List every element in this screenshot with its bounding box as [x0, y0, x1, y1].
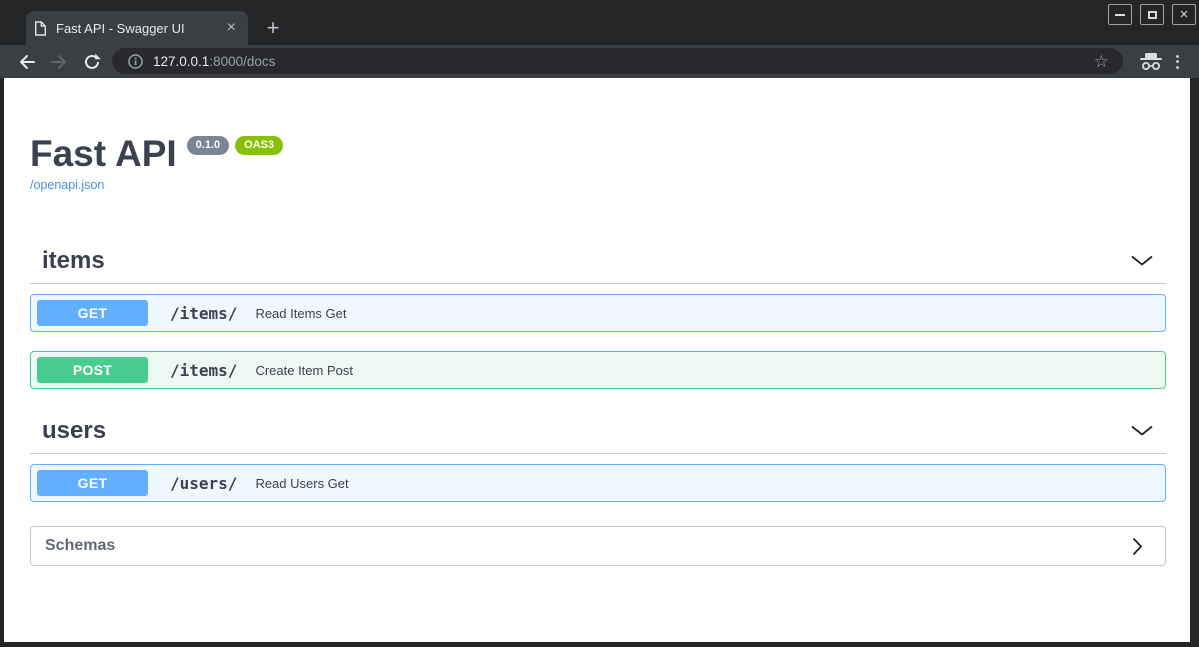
browser-toolbar: 127.0.0.1:8000/docs ☆	[0, 45, 1199, 78]
operation-summary: Read Users Get	[255, 475, 349, 491]
operation-path: /items/	[170, 360, 238, 380]
swagger-ui: Fast API 0.1.0 OAS3 /openapi.json items	[4, 135, 1190, 566]
api-info: Fast API 0.1.0 OAS3	[30, 135, 1166, 172]
operation-summary: Read Items Get	[255, 305, 347, 321]
openapi-json-link[interactable]: /openapi.json	[30, 178, 104, 192]
url-text[interactable]: 127.0.0.1:8000/docs	[153, 54, 1094, 69]
close-icon: ×	[1179, 6, 1189, 23]
operation-summary: Create Item Post	[255, 362, 353, 378]
schemas-label: Schemas	[45, 537, 116, 554]
window-minimize-button[interactable]	[1108, 4, 1132, 25]
method-badge: GET	[37, 300, 148, 326]
tag-name: items	[42, 247, 105, 274]
url-suffix: :8000/docs	[209, 53, 276, 69]
window-close-button[interactable]: ×	[1172, 4, 1196, 25]
version-badge: 0.1.0	[186, 136, 230, 155]
site-info-icon[interactable]	[128, 53, 143, 69]
operation-get-users[interactable]: GET /users/ Read Users Get	[30, 464, 1166, 502]
operation-path: /items/	[170, 303, 238, 323]
back-button[interactable]	[16, 51, 38, 73]
tag-name: users	[42, 417, 107, 444]
operation-post-items[interactable]: POST /items/ Create Item Post	[30, 351, 1166, 389]
url-bar[interactable]: 127.0.0.1:8000/docs ☆	[112, 48, 1123, 74]
title-badges: 0.1.0 OAS3	[186, 136, 284, 155]
window-maximize-button[interactable]	[1140, 4, 1164, 25]
operations-list: GET /items/ Read Items Get POST /items/ …	[30, 284, 1166, 389]
operation-get-items[interactable]: GET /items/ Read Items Get	[30, 294, 1166, 332]
tag-header-items[interactable]: items	[30, 238, 1166, 284]
tag-section-items: items GET /items/ Read Items Get POST /i…	[30, 238, 1166, 389]
tab-title: Fast API - Swagger UI	[56, 20, 185, 36]
chevron-down-icon[interactable]	[1122, 425, 1162, 436]
reload-button[interactable]	[81, 51, 103, 73]
maximize-icon	[1147, 10, 1157, 19]
url-host: 127.0.0.1	[153, 53, 210, 69]
method-badge: GET	[37, 470, 148, 496]
schemas-section: Schemas	[30, 526, 1166, 566]
tab-close-icon[interactable]: ×	[225, 20, 238, 36]
new-tab-button[interactable]: +	[260, 16, 286, 42]
method-badge: POST	[37, 357, 148, 383]
browser-menu-icon[interactable]	[1171, 51, 1183, 72]
chevron-right-icon[interactable]	[1124, 537, 1151, 556]
operation-path: /users/	[170, 473, 238, 493]
forward-button[interactable]	[48, 51, 70, 73]
page-title: Fast API	[30, 133, 177, 174]
chevron-down-icon[interactable]	[1122, 255, 1162, 266]
minimize-icon	[1115, 13, 1125, 16]
document-icon	[34, 20, 47, 36]
window-controls: ×	[1108, 4, 1196, 25]
oas3-badge: OAS3	[235, 136, 284, 155]
schemas-panel[interactable]: Schemas	[30, 526, 1166, 566]
bookmark-star-icon[interactable]: ☆	[1094, 53, 1109, 70]
page-content: Fast API 0.1.0 OAS3 /openapi.json items	[4, 78, 1190, 642]
tag-section-users: users GET /users/ Read Users Get	[30, 408, 1166, 502]
incognito-icon	[1139, 52, 1163, 76]
tag-header-users[interactable]: users	[30, 408, 1166, 454]
browser-tab[interactable]: Fast API - Swagger UI ×	[26, 11, 248, 45]
operations-list: GET /users/ Read Users Get	[30, 454, 1166, 502]
window-titlebar: Fast API - Swagger UI × + ×	[0, 0, 1199, 45]
